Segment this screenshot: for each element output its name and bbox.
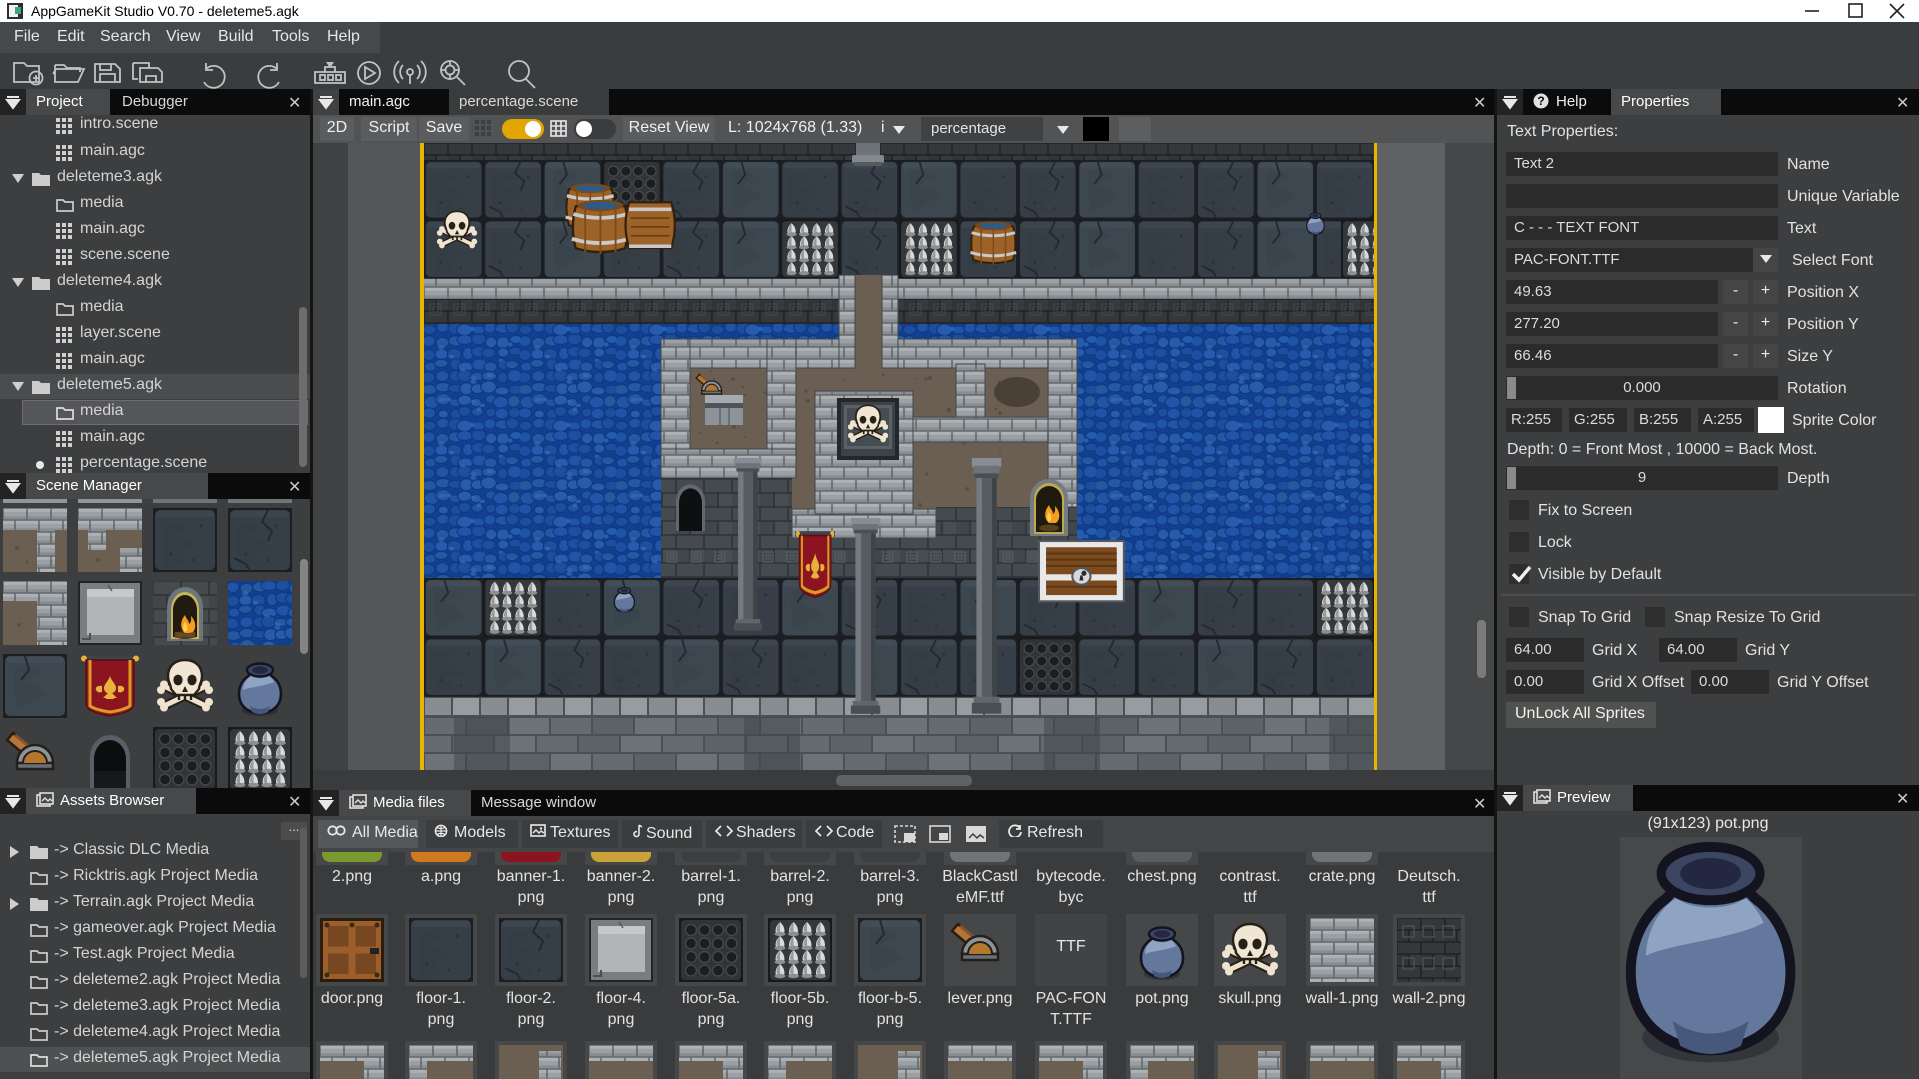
svg-text:?: ? bbox=[1537, 94, 1544, 108]
